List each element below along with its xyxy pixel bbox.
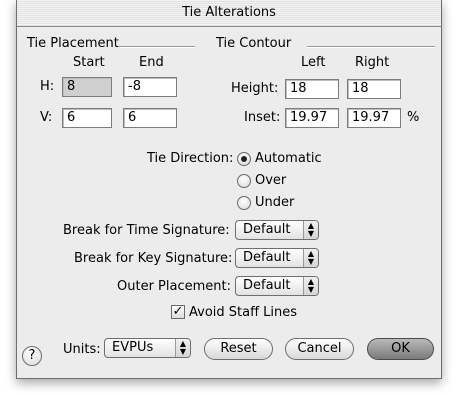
v-label: V: (40, 110, 53, 125)
h-start-field[interactable]: 8 (62, 77, 112, 97)
avoid-staff-lines-label[interactable]: Avoid Staff Lines (189, 305, 297, 320)
units-label: Units: (63, 342, 101, 357)
contour-divider (307, 46, 435, 48)
tie-alterations-dialog: Tie Alterations Tie Placement Start End … (16, 0, 442, 379)
outer-placement-popup[interactable]: Default ▲ ▼ (235, 276, 319, 296)
radio-under[interactable] (237, 196, 251, 210)
automatic-label[interactable]: Automatic (255, 151, 322, 166)
under-label[interactable]: Under (255, 195, 294, 210)
h-label: H: (40, 79, 55, 94)
right-column-label: Right (355, 55, 390, 70)
title-bar[interactable]: Tie Alterations (17, 0, 441, 27)
units-value: EVPUs (112, 340, 154, 355)
height-left-field[interactable]: 18 (285, 79, 339, 99)
start-column-label: Start (73, 55, 105, 70)
break-key-signature-popup[interactable]: Default ▲ ▼ (235, 248, 319, 268)
inset-left-field[interactable]: 19.97 (285, 108, 339, 128)
tie-placement-heading: Tie Placement (27, 36, 119, 51)
cancel-button[interactable]: Cancel (285, 338, 354, 360)
left-column-label: Left (301, 55, 326, 70)
outer-placement-label: Outer Placement: (117, 279, 231, 294)
reset-button[interactable]: Reset (204, 338, 273, 360)
avoid-staff-lines-checkbox[interactable]: ✓ (171, 305, 185, 319)
placement-divider (118, 46, 195, 48)
break-time-signature-label: Break for Time Signature: (63, 223, 230, 238)
inset-label: Inset: (244, 110, 281, 125)
units-popup[interactable]: EVPUs ▲ ▼ (104, 338, 191, 358)
tie-direction-label: Tie Direction: (147, 151, 234, 166)
inset-right-field[interactable]: 19.97 (347, 108, 401, 128)
window-title: Tie Alterations (182, 5, 276, 20)
popup-arrows-icon: ▲ ▼ (303, 249, 318, 267)
v-end-field[interactable]: 6 (123, 108, 177, 128)
break-key-signature-value: Default (243, 250, 291, 265)
ok-button[interactable]: OK (367, 338, 434, 360)
percent-label: % (407, 110, 420, 125)
outer-placement-value: Default (243, 278, 291, 293)
break-time-signature-popup[interactable]: Default ▲ ▼ (235, 220, 319, 240)
over-label[interactable]: Over (255, 173, 286, 188)
popup-arrows-icon: ▲ ▼ (303, 277, 318, 295)
height-right-field[interactable]: 18 (347, 79, 401, 99)
radio-automatic[interactable] (237, 152, 251, 166)
h-end-field[interactable]: -8 (123, 77, 177, 97)
help-icon[interactable]: ? (22, 346, 42, 366)
popup-arrows-icon: ▲ ▼ (175, 339, 190, 357)
v-start-field[interactable]: 6 (62, 108, 112, 128)
break-key-signature-label: Break for Key Signature: (74, 251, 233, 266)
popup-arrows-icon: ▲ ▼ (303, 221, 318, 239)
radio-over[interactable] (237, 174, 251, 188)
break-time-signature-value: Default (243, 222, 291, 237)
height-label: Height: (231, 81, 279, 96)
end-column-label: End (139, 55, 164, 70)
tie-contour-heading: Tie Contour (216, 36, 292, 51)
